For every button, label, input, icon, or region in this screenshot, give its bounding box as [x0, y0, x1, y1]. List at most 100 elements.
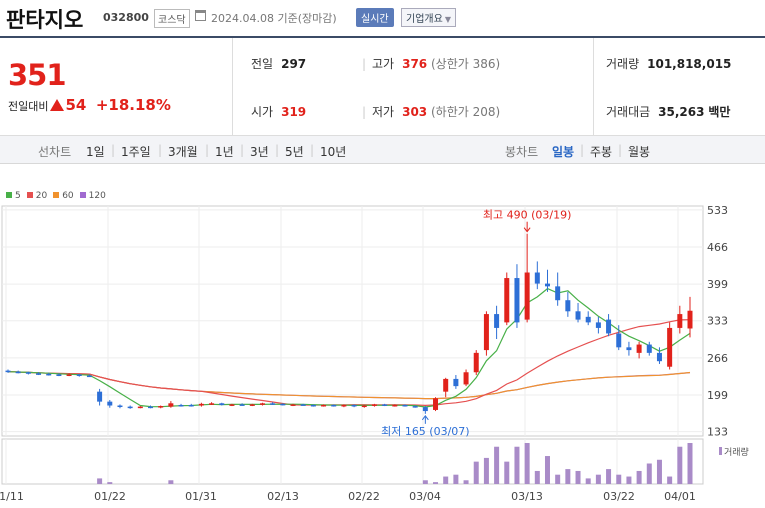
low-annotation: 최저 165 (03/07): [381, 425, 470, 438]
candle-body: [168, 403, 174, 407]
candle-body: [310, 404, 316, 407]
volume-bar: [97, 478, 103, 484]
volume-bar: [646, 463, 652, 484]
candle-body: [290, 404, 296, 406]
volume-bar: [463, 480, 469, 484]
volume-bar: [606, 469, 612, 484]
x-tick-label: 03/13: [511, 490, 543, 503]
candle-body: [229, 404, 235, 406]
candle-body: [76, 374, 82, 376]
candle-body: [565, 300, 571, 312]
candle-body: [412, 406, 418, 408]
volume-bar: [534, 470, 540, 484]
candle-body: [178, 404, 184, 407]
price-chart: 533 466 399 333 266 199 133 01/11 01/22 01/31 02/1…: [0, 204, 749, 503]
candle-body: [188, 404, 194, 407]
candle-body: [443, 378, 449, 392]
volume-bar: [565, 469, 571, 484]
volume-bar: [656, 459, 662, 484]
x-tick-label: 03/04: [409, 490, 441, 503]
volume-legend-swatch: [719, 447, 722, 455]
candle-body: [382, 404, 388, 406]
volume-bar: [616, 474, 622, 484]
volume-bar: [595, 474, 601, 484]
volume-bar: [677, 446, 683, 484]
candle-body: [5, 370, 11, 373]
candle-body: [483, 314, 489, 351]
volume-bar: [433, 482, 439, 484]
ma-5-line: [7, 287, 691, 408]
candle-body: [463, 372, 469, 385]
volume-legend-label: 거래량: [724, 446, 749, 458]
candle-body: [402, 404, 408, 407]
volume-bar: [514, 446, 520, 484]
candle-body: [361, 405, 367, 408]
x-tick-label: 01/11: [0, 490, 24, 503]
volume-bar: [504, 461, 510, 484]
candle-body: [158, 406, 164, 408]
candle-body: [270, 403, 276, 405]
candle-body: [259, 403, 265, 405]
candle-body: [626, 347, 632, 351]
volume-bar: [483, 457, 489, 484]
y-tick-label: 199: [707, 389, 728, 402]
y-tick-label: 133: [707, 426, 728, 439]
candle-body: [209, 403, 215, 405]
candle-body: [66, 374, 72, 376]
candle-body: [249, 404, 255, 406]
volume-bar: [453, 474, 459, 484]
candle-body: [25, 372, 31, 374]
candle-body: [15, 371, 21, 374]
x-tick-label: 02/22: [348, 490, 380, 503]
candle-body: [667, 327, 673, 367]
candle-body: [473, 352, 479, 373]
candle-body: [351, 404, 357, 407]
candle-body: [331, 404, 337, 407]
volume-bar: [443, 476, 449, 484]
volume-bar: [524, 443, 530, 484]
y-tick-label: 466: [707, 241, 728, 254]
candle-body: [514, 278, 520, 323]
candle-body: [616, 333, 622, 348]
candle-body: [280, 403, 286, 406]
candle-body: [555, 286, 561, 301]
candle-body: [595, 322, 601, 328]
high-annotation: 최고 490 (03/19): [483, 209, 572, 222]
volume-bar: [544, 456, 550, 484]
volume-bar: [555, 474, 561, 484]
candle-body: [371, 404, 377, 406]
candle-body: [97, 391, 103, 402]
volume-bar: [687, 443, 693, 484]
volume-bar: [575, 470, 581, 484]
x-tick-label: 03/22: [603, 490, 635, 503]
candle-body: [544, 283, 550, 287]
candle-body: [392, 404, 398, 407]
volume-bar: [107, 482, 113, 484]
candle-body: [321, 404, 327, 407]
y-tick-label: 399: [707, 278, 728, 291]
candle-body: [56, 374, 62, 376]
candle-body: [198, 403, 204, 406]
candle-body: [239, 404, 245, 406]
x-tick-label: 01/31: [185, 490, 217, 503]
volume-bar: [636, 470, 642, 484]
candle-body: [677, 314, 683, 328]
candle-body: [219, 403, 225, 405]
ma-20-line: [7, 319, 691, 407]
candle-body: [148, 406, 154, 409]
volume-bar: [422, 480, 428, 484]
y-tick-label: 333: [707, 315, 728, 328]
candle-body: [300, 404, 306, 406]
candle-body: [504, 278, 510, 323]
candle-body: [524, 272, 530, 320]
volume-bar: [473, 461, 479, 484]
candle-body: [606, 319, 612, 334]
candle-body: [534, 272, 540, 284]
candle-body: [422, 407, 428, 412]
candle-body: [46, 373, 52, 376]
x-tick-label: 02/13: [267, 490, 299, 503]
candle-body: [646, 344, 652, 353]
candle-body: [585, 316, 591, 323]
candle-body: [86, 375, 92, 378]
x-tick-label: 04/01: [664, 490, 696, 503]
